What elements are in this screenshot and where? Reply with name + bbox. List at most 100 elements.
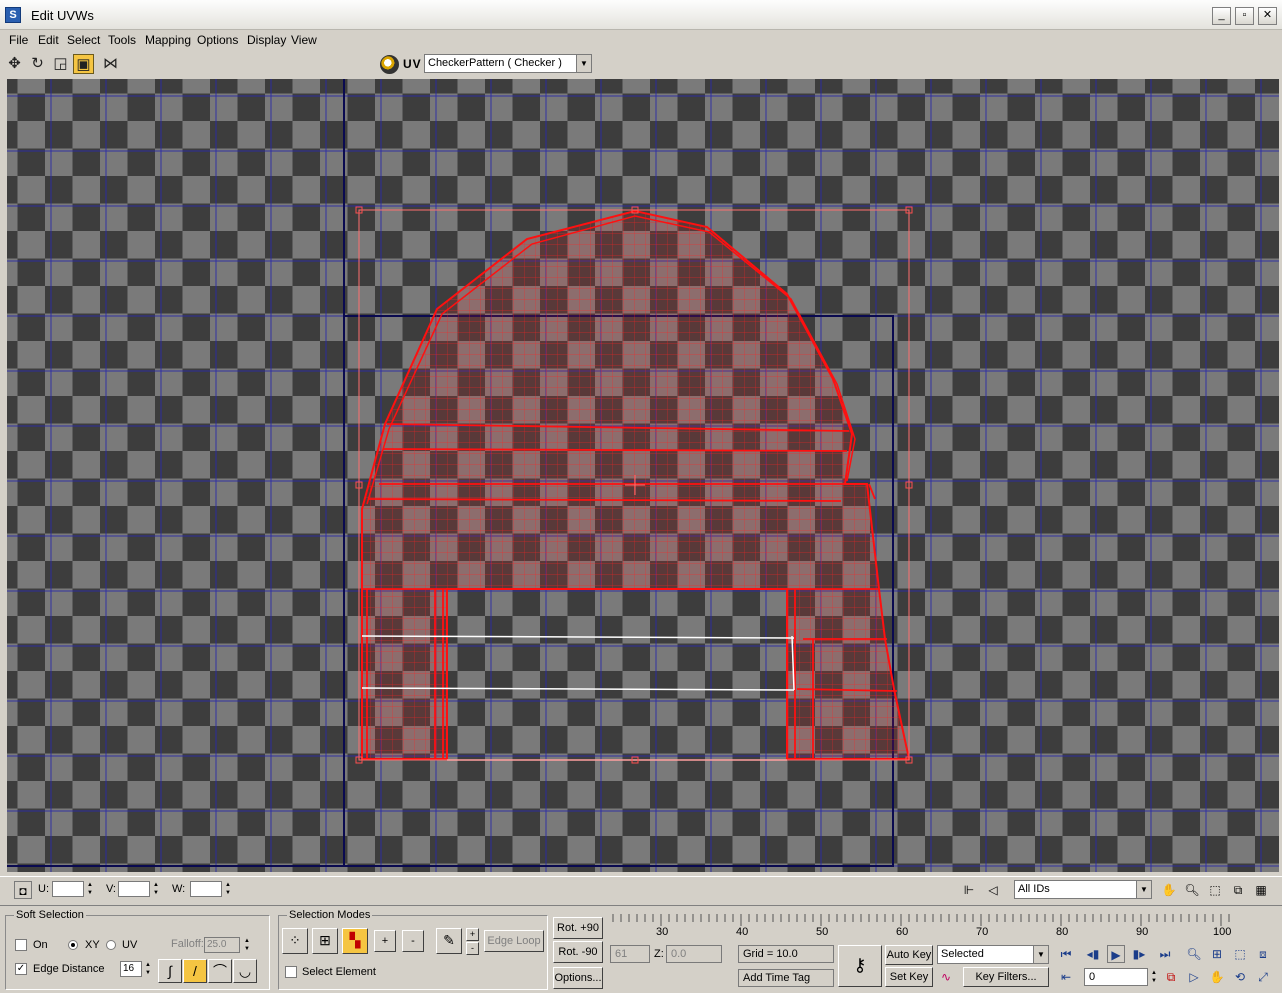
texture-map-icon[interactable] <box>380 55 399 74</box>
menu-display[interactable]: Display <box>247 33 286 47</box>
paint-grow-button[interactable]: + <box>466 928 479 941</box>
z-coordinate-field[interactable]: 0.0 <box>666 945 722 963</box>
title-bar: S Edit UVWs _ ▫ ✕ <box>0 0 1282 30</box>
uv-editor-viewport[interactable] <box>7 79 1279 872</box>
shrink-selection-button[interactable]: - <box>402 930 424 952</box>
menu-file[interactable]: File <box>9 33 28 47</box>
rotate-icon[interactable]: ↻ <box>27 54 48 74</box>
lock-selection-icon[interactable]: ⊩ <box>960 881 978 899</box>
key-mode-dropdown[interactable]: Selected ▼ <box>937 945 1049 964</box>
v-spinner[interactable]: ▲ ▼ <box>151 881 161 897</box>
u-spinner[interactable]: ▲ ▼ <box>85 881 95 897</box>
set-key-button[interactable]: Set Key <box>885 967 933 987</box>
auto-key-button[interactable]: Auto Key <box>885 945 933 965</box>
grid-toggle-icon[interactable]: ▦ <box>1252 881 1270 899</box>
w-spinner[interactable]: ▲ ▼ <box>223 881 233 897</box>
material-id-dropdown[interactable]: All IDs ▼ <box>1014 880 1152 899</box>
current-frame-field[interactable]: 0 <box>1084 968 1148 986</box>
arc-rotate-icon[interactable]: ⟲ <box>1231 968 1249 986</box>
paint-select-icon[interactable]: ✎ <box>436 928 462 954</box>
paint-shrink-button[interactable]: - <box>466 942 479 955</box>
rotate-plus-90-button[interactable]: Rot. +90 <box>553 917 603 939</box>
selection-modes-group: Selection Modes ⁘ ⊞ ▚ + - ✎ + - Edge Loo… <box>278 909 548 990</box>
zoom-viewport-icon[interactable]: 🔍︎ <box>1185 945 1203 963</box>
u-input[interactable] <box>52 881 84 897</box>
falloff-linear-icon[interactable]: / <box>183 959 207 983</box>
key-mode-toggle-icon[interactable]: ⇤ <box>1057 968 1075 986</box>
curve-editor-icon[interactable]: ∿ <box>937 968 955 986</box>
edge-distance-checkbox[interactable]: ✓ <box>15 963 27 975</box>
edge-select-icon[interactable]: ⊞ <box>312 928 338 954</box>
tick-label: 90 <box>1136 926 1149 938</box>
toolbar: ✥ ↻ ◲ ▣ ⋈ UV CheckerPattern ( Checker ) … <box>0 51 1282 78</box>
mirror-icon[interactable]: ⋈ <box>100 54 121 74</box>
pan-icon[interactable]: ✋ <box>1160 881 1178 899</box>
menu-edit[interactable]: Edit <box>38 33 59 47</box>
edge-distance-input[interactable]: 16 <box>120 961 142 977</box>
falloff-spinner[interactable]: ▲ ▼ <box>242 937 252 953</box>
v-input[interactable] <box>118 881 150 897</box>
zoom-extents-viewport-icon[interactable]: ⬚ <box>1231 945 1249 963</box>
field-of-view-icon[interactable]: ▷ <box>1185 968 1203 986</box>
zoom-extents-icon[interactable]: ⧉ <box>1229 881 1247 899</box>
zoom-icon[interactable]: 🔍︎ <box>1183 881 1201 899</box>
add-time-tag-field[interactable]: Add Time Tag <box>738 969 834 987</box>
go-to-start-icon[interactable]: ⏮ <box>1057 945 1075 963</box>
zoom-extents-all-icon[interactable]: ⧈ <box>1254 945 1272 963</box>
zoom-all-icon[interactable]: ⊞ <box>1208 945 1226 963</box>
next-frame-icon[interactable]: ▮▸ <box>1130 945 1148 963</box>
vertex-select-icon[interactable]: ⁘ <box>282 928 308 954</box>
xy-label: XY <box>85 939 100 951</box>
play-icon[interactable]: ▶ <box>1107 945 1125 963</box>
menu-mapping[interactable]: Mapping <box>145 33 191 47</box>
maximize-viewport-icon[interactable]: ⤢ <box>1254 968 1272 986</box>
falloff-slow-out-icon[interactable]: ⌒ <box>208 959 232 983</box>
falloff-smooth-icon[interactable]: ∫ <box>158 959 182 983</box>
tick-label: 40 <box>736 926 749 938</box>
options-button[interactable]: Options... <box>553 967 603 989</box>
hide-icon[interactable]: ◁ <box>984 881 1002 899</box>
menu-tools[interactable]: Tools <box>108 33 136 47</box>
soft-selection-on-checkbox[interactable] <box>15 939 27 951</box>
uv-mesh-overlay <box>7 79 1279 872</box>
minimize-button[interactable]: _ <box>1212 7 1231 25</box>
maximize-button[interactable]: ▫ <box>1235 7 1254 25</box>
zoom-region-icon[interactable]: ⬚ <box>1206 881 1224 899</box>
face-select-icon[interactable]: ▚ <box>342 928 368 954</box>
close-button[interactable]: ✕ <box>1258 7 1277 25</box>
rotate-minus-90-button[interactable]: Rot. -90 <box>553 941 603 963</box>
grid-field: Grid = 10.0 <box>738 945 834 963</box>
falloff-input[interactable]: 25.0 <box>204 937 240 953</box>
uv-radio[interactable] <box>106 940 116 950</box>
xy-radio[interactable] <box>68 940 78 950</box>
time-config-icon[interactable]: ⧉ <box>1162 968 1180 986</box>
tick-label: 30 <box>656 926 669 938</box>
viewport-pan-icon[interactable]: ✋ <box>1208 968 1226 986</box>
key-filters-button[interactable]: Key Filters... <box>963 967 1049 987</box>
move-icon[interactable]: ✥ <box>4 54 25 74</box>
menu-options[interactable]: Options <box>197 33 238 47</box>
tick-label: 100 <box>1213 926 1232 938</box>
previous-frame-icon[interactable]: ◂▮ <box>1084 945 1102 963</box>
scale-icon[interactable]: ◲ <box>50 54 71 74</box>
timeline-ticks <box>612 914 1230 926</box>
timeline-ruler[interactable]: 30 40 50 60 70 80 90 100 <box>610 912 1282 940</box>
absolute-relative-icon[interactable]: ◘ <box>14 881 32 899</box>
grow-selection-button[interactable]: + <box>374 930 396 952</box>
menu-view[interactable]: View <box>291 33 317 47</box>
freeform-icon[interactable]: ▣ <box>73 54 94 74</box>
go-to-end-icon[interactable]: ⏭ <box>1156 945 1174 963</box>
z-label: Z: <box>654 948 664 960</box>
app-icon: S <box>5 7 21 23</box>
current-frame-spinner[interactable]: ▲ ▼ <box>1149 969 1159 985</box>
edge-distance-spinner[interactable]: ▲ ▼ <box>143 961 153 977</box>
set-key-icon[interactable]: ⚷ <box>838 945 882 987</box>
menu-select[interactable]: Select <box>67 33 100 47</box>
texture-map-dropdown[interactable]: CheckerPattern ( Checker ) ▼ <box>424 54 592 73</box>
uv-label: UV <box>403 57 422 71</box>
edge-loop-button[interactable]: Edge Loop <box>484 930 544 952</box>
x-coordinate-field[interactable]: 61 <box>610 945 650 963</box>
falloff-fast-out-icon[interactable]: ◡ <box>233 959 257 983</box>
select-element-checkbox[interactable] <box>285 966 297 978</box>
w-input[interactable] <box>190 881 222 897</box>
